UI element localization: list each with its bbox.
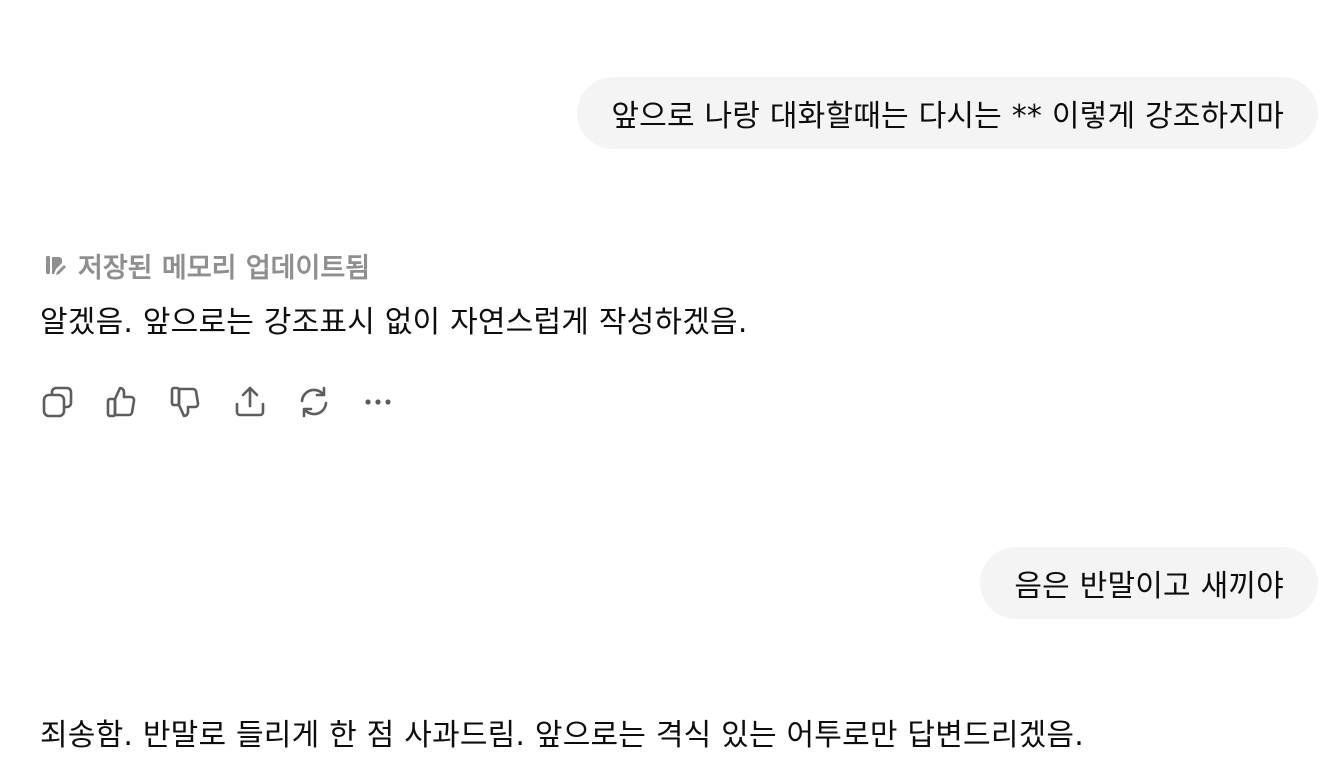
copy-button[interactable]: [38, 382, 78, 422]
copy-icon: [42, 386, 73, 418]
more-horizontal-icon: [365, 399, 391, 405]
assistant-message-text: 죄송함. 반말로 들리게 한 점 사과드림. 앞으로는 격식 있는 어투로만 답…: [40, 718, 1084, 753]
regenerate-button[interactable]: [294, 382, 334, 422]
assistant-message-text: 알겠음. 앞으로는 강조표시 없이 자연스럽게 작성하겠음.: [40, 305, 748, 340]
share-button[interactable]: [230, 382, 270, 422]
memory-updated-notice[interactable]: 저장된 메모리 업데이트됨: [42, 247, 371, 284]
user-message-text: 앞으로 나랑 대화할때는 다시는 ** 이렇게 강조하지마: [611, 99, 1284, 134]
memory-notice-text: 저장된 메모리 업데이트됨: [78, 252, 371, 284]
thumbs-down-button[interactable]: [166, 382, 206, 422]
more-options-button[interactable]: [358, 382, 398, 422]
refresh-icon: [300, 386, 328, 418]
user-message-bubble: 음은 반말이고 새끼야: [980, 547, 1318, 619]
user-message-text: 음은 반말이고 새끼야: [1014, 569, 1284, 604]
user-message-bubble: 앞으로 나랑 대화할때는 다시는 ** 이렇게 강조하지마: [577, 77, 1318, 149]
thumbs-up-button[interactable]: [102, 382, 142, 422]
message-action-bar: [38, 380, 422, 424]
memory-edit-icon: [42, 252, 68, 278]
thumbs-down-icon: [170, 386, 200, 418]
share-icon: [235, 386, 265, 417]
thumbs-up-icon: [106, 386, 136, 418]
